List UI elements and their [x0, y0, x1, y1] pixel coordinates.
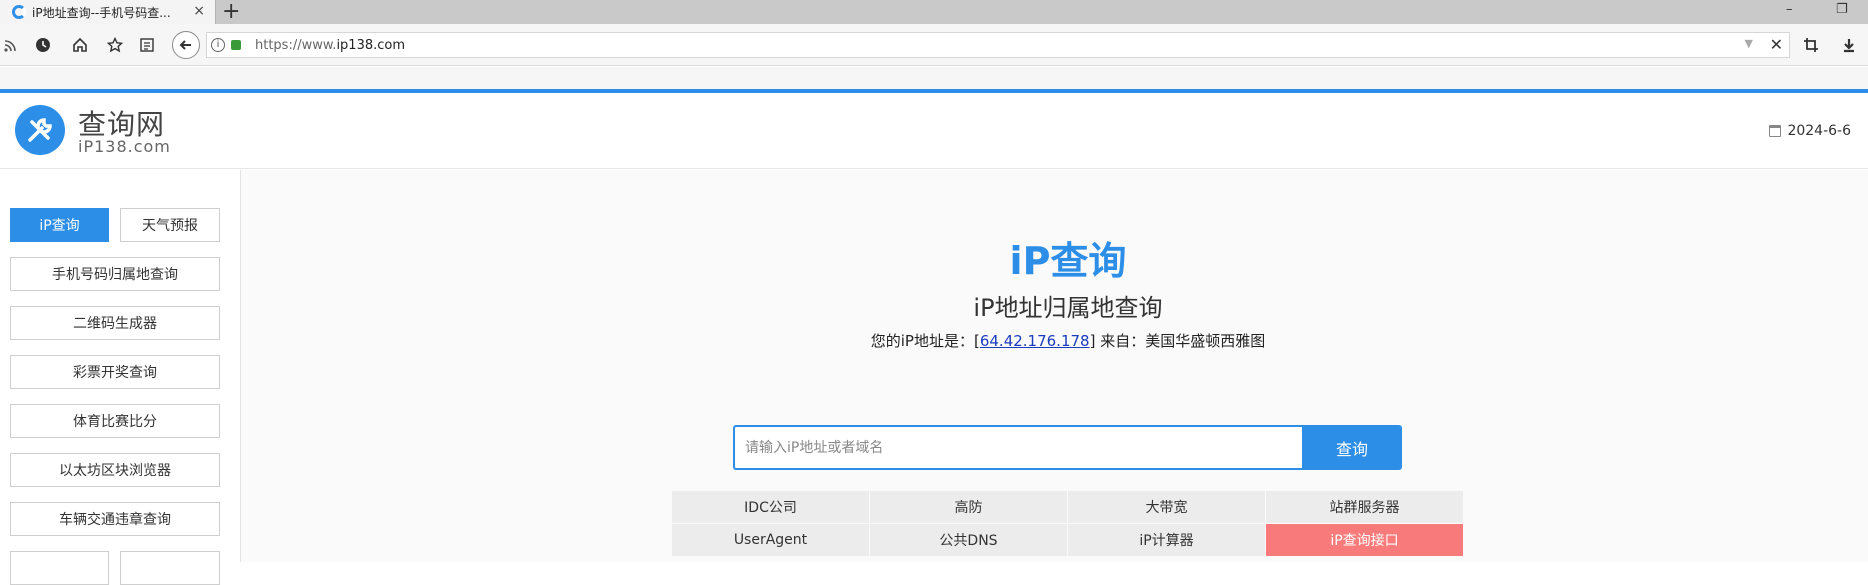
- sidebar-item-ip-query[interactable]: iP查询: [10, 208, 109, 242]
- history-icon[interactable]: [32, 34, 54, 56]
- search-input[interactable]: [733, 425, 1302, 470]
- tools-logo-icon[interactable]: [15, 105, 65, 155]
- crop-icon[interactable]: [1800, 34, 1822, 56]
- loading-favicon-icon: [12, 5, 26, 19]
- page-title: iP查询: [1009, 239, 1127, 283]
- page-subtitle: iP地址归属地查询: [973, 294, 1163, 322]
- window-minimize-icon[interactable]: –: [1786, 2, 1793, 17]
- quick-links-grid: IDC公司 高防 大带宽 站群服务器 UserAgent 公共DNS iP计算器…: [672, 491, 1463, 556]
- main-area: iP查询 天气预报 手机号码归属地查询 二维码生成器 彩票开奖查询 体育比赛比分…: [0, 170, 1868, 585]
- date-display: 2024-6-6: [1769, 123, 1851, 139]
- rss-icon[interactable]: [0, 34, 22, 56]
- sidebar-item-phone-lookup[interactable]: 手机号码归属地查询: [10, 257, 220, 291]
- window-restore-icon[interactable]: ❐: [1836, 2, 1848, 17]
- sidebar-item-partial[interactable]: [120, 551, 220, 585]
- tab-close-icon[interactable]: ×: [193, 3, 205, 19]
- address-bar[interactable]: i https://www.ip138.com ▼ ✕: [206, 32, 1790, 58]
- site-header: 查询网 iP138.com 2024-6-6: [0, 93, 1868, 169]
- clear-url-icon[interactable]: ✕: [1770, 35, 1783, 54]
- sidebar-item-qrcode[interactable]: 二维码生成器: [10, 306, 220, 340]
- download-icon[interactable]: [1838, 34, 1860, 56]
- bookmark-star-icon[interactable]: [104, 34, 126, 56]
- ip-info-line: 您的iP地址是：[64.42.176.178] 来自：美国华盛顿西雅图: [242, 330, 1868, 351]
- date-text: 2024-6-6: [1787, 123, 1851, 139]
- url-host: ip138.com: [336, 37, 406, 53]
- link-ip-calculator[interactable]: iP计算器: [1068, 524, 1265, 556]
- search-button[interactable]: 查询: [1302, 425, 1402, 470]
- link-site-cluster[interactable]: 站群服务器: [1266, 491, 1463, 523]
- content-area: iP查询 iP地址归属地查询 您的iP地址是：[64.42.176.178] 来…: [242, 170, 1868, 562]
- link-bandwidth[interactable]: 大带宽: [1068, 491, 1265, 523]
- sidebar-item-partial[interactable]: [10, 551, 109, 585]
- dropdown-arrow-icon[interactable]: ▼: [1745, 37, 1753, 50]
- calendar-icon: [1769, 125, 1782, 137]
- search-form: 查询: [733, 425, 1402, 470]
- ip-suffix: ] 来自：美国华盛顿西雅图: [1089, 332, 1266, 350]
- new-tab-icon[interactable]: +: [222, 0, 240, 24]
- link-idc[interactable]: IDC公司: [672, 491, 869, 523]
- link-public-dns[interactable]: 公共DNS: [870, 524, 1067, 556]
- back-arrow-icon[interactable]: [172, 31, 200, 59]
- url-text: https://www.ip138.com: [255, 38, 405, 53]
- browser-tab[interactable]: iP地址查询--手机号码查... ×: [0, 0, 216, 24]
- sidebar-item-weather[interactable]: 天气预报: [120, 208, 220, 242]
- ip-prefix: 您的iP地址是：[: [870, 332, 980, 350]
- link-ip-api[interactable]: iP查询接口: [1266, 524, 1463, 556]
- toolbar-spacer: [0, 67, 1868, 89]
- tab-title: iP地址查询--手机号码查...: [32, 5, 171, 20]
- sidebar-item-ethereum[interactable]: 以太坊区块浏览器: [10, 453, 220, 487]
- sidebar-item-lottery[interactable]: 彩票开奖查询: [10, 355, 220, 389]
- lock-icon: [231, 40, 241, 50]
- url-prefix: https://www.: [255, 37, 337, 53]
- sidebar: iP查询 天气预报 手机号码归属地查询 二维码生成器 彩票开奖查询 体育比赛比分…: [0, 170, 241, 585]
- browser-nav-bar: i https://www.ip138.com ▼ ✕: [0, 24, 1868, 66]
- sidebar-item-sports[interactable]: 体育比赛比分: [10, 404, 220, 438]
- home-icon[interactable]: [69, 34, 91, 56]
- sidebar-item-traffic[interactable]: 车辆交通违章查询: [10, 502, 220, 536]
- link-ddos-protection[interactable]: 高防: [870, 491, 1067, 523]
- site-info-icon[interactable]: i: [211, 38, 225, 52]
- ip-address-link[interactable]: 64.42.176.178: [980, 332, 1090, 350]
- browser-tab-bar: iP地址查询--手机号码查... × + – ❐: [0, 0, 1868, 24]
- reader-icon[interactable]: [136, 34, 158, 56]
- link-useragent[interactable]: UserAgent: [672, 524, 869, 556]
- logo-domain[interactable]: iP138.com: [78, 137, 171, 156]
